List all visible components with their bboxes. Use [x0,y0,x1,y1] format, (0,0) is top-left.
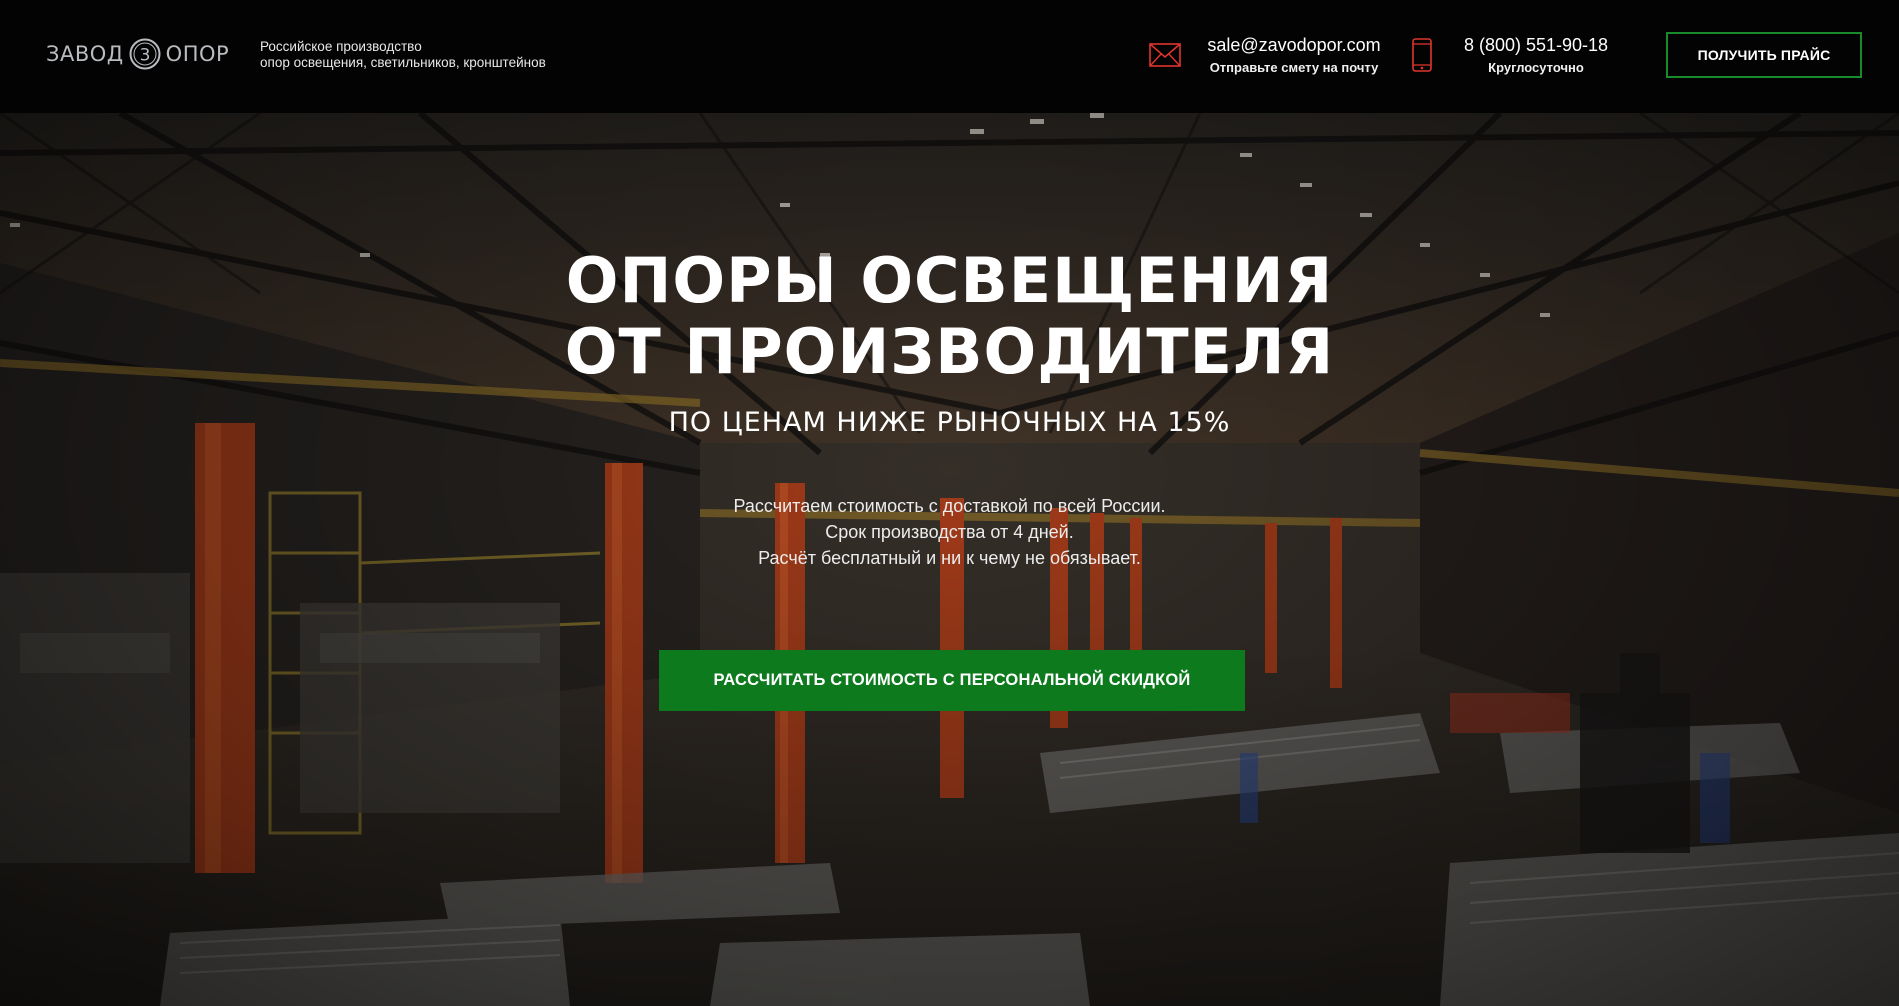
header-tagline: Российское производство опор освещения, … [260,39,546,71]
hero-description: Рассчитаем стоимость с доставкой по всей… [0,493,1899,571]
hero-title: ОПОРЫ ОСВЕЩЕНИЯ ОТ ПРОИЗВОДИТЕЛЯ [0,245,1899,387]
hero-section: ОПОРЫ ОСВЕЩЕНИЯ ОТ ПРОИЗВОДИТЕЛЯ ПО ЦЕНА… [0,113,1899,1006]
factory-logo-icon: 3 [129,38,161,70]
email-contact: sale@zavodopor.com Отправьте смету на по… [1196,34,1392,77]
email-link[interactable]: sale@zavodopor.com [1196,34,1392,56]
email-caption: Отправьте смету на почту [1209,60,1379,75]
hero-title-line-1: ОПОРЫ ОСВЕЩЕНИЯ [565,244,1334,317]
calculate-cost-button[interactable]: РАССЧИТАТЬ СТОИМОСТЬ С ПЕРСОНАЛЬНОЙ СКИД… [659,650,1245,711]
hero-text-line-2: Срок производства от 4 дней. [825,522,1074,542]
tagline-line-1: Российское производство [260,39,422,54]
phone-icon [1412,38,1432,72]
get-price-button[interactable]: ПОЛУЧИТЬ ПРАЙС [1666,32,1862,78]
logo-word-left: ЗАВОД [46,42,124,66]
hero-title-line-2: ОТ ПРОИЗВОДИТЕЛЯ [564,315,1335,388]
logo-mark-letter: 3 [139,46,150,66]
hero-text-line-1: Рассчитаем стоимость с доставкой по всей… [733,496,1166,516]
mail-icon [1149,43,1181,67]
hero-subtitle: ПО ЦЕНАМ НИЖЕ РЫНОЧНЫХ НА 15% [668,407,1231,438]
site-header: ЗАВОД 3 ОПОР Российское производство опо… [0,0,1899,113]
hero-text-line-3: Расчёт бесплатный и ни к чему не обязыва… [758,548,1141,568]
phone-contact: 8 (800) 551-90-18 Круглосуточно [1448,34,1624,77]
logo[interactable]: ЗАВОД 3 ОПОР [46,38,229,70]
tagline-line-2: опор освещения, светильников, кронштейно… [260,55,546,70]
logo-word-right: ОПОР [165,42,230,66]
phone-link[interactable]: 8 (800) 551-90-18 [1448,34,1624,56]
phone-caption: Круглосуточно [1488,60,1584,75]
